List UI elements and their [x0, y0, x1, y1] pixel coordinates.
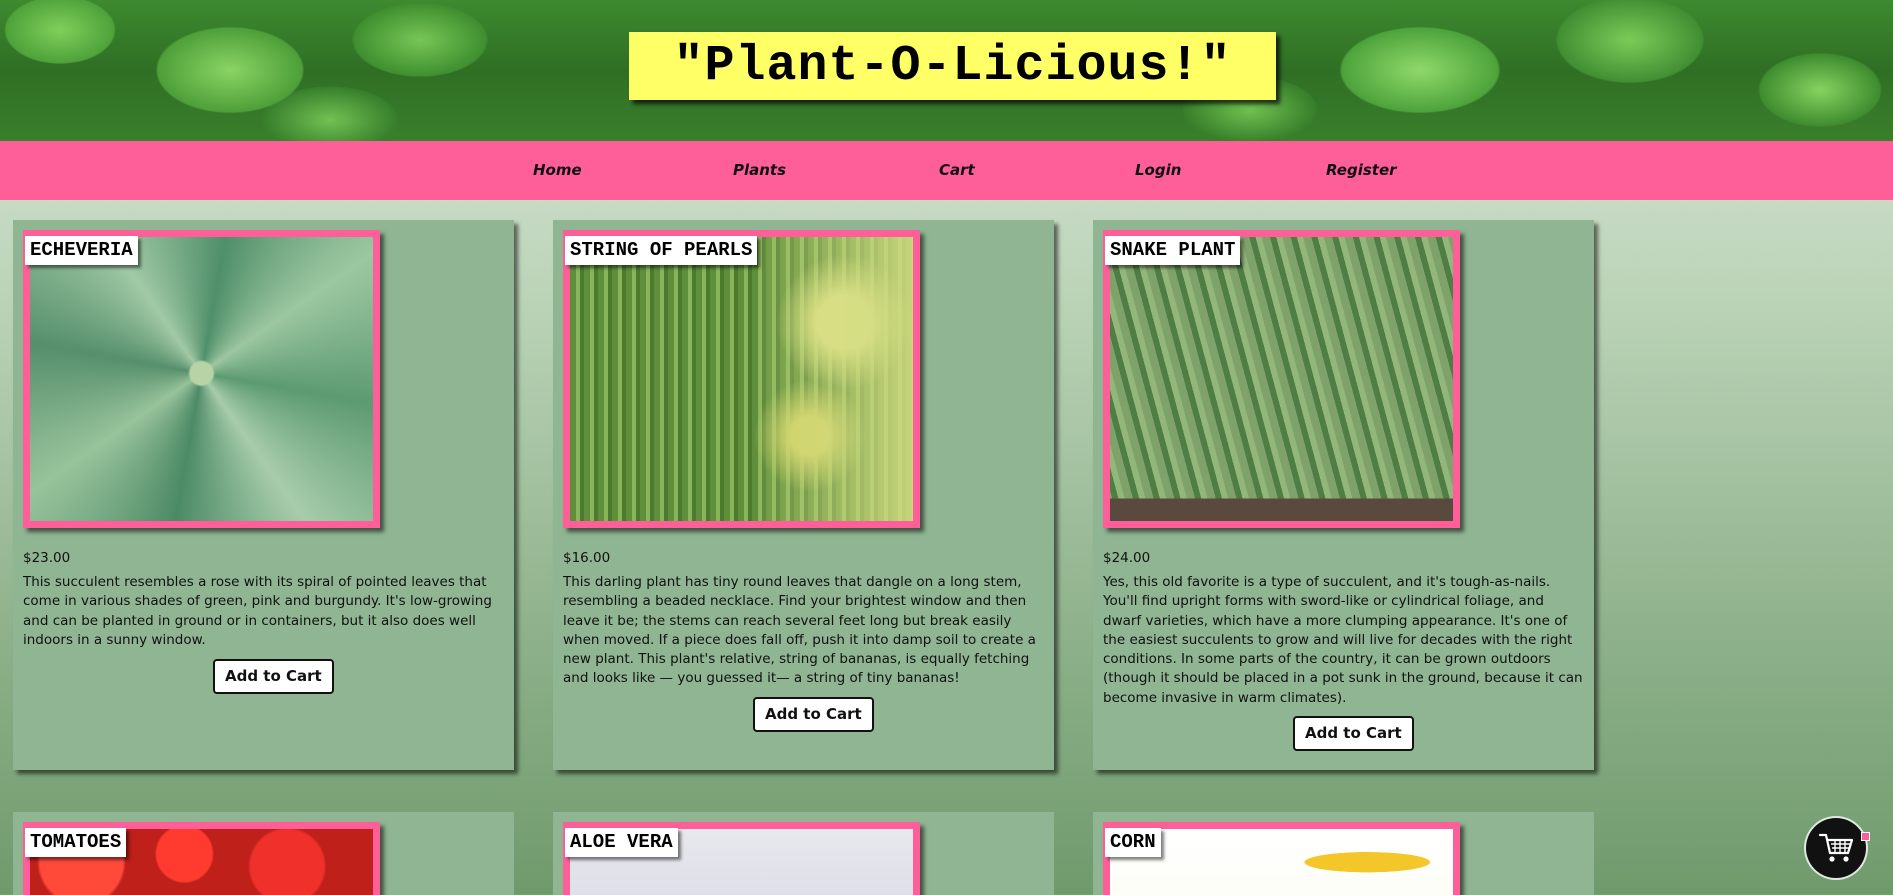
nav-login[interactable]: Login: [1135, 141, 1181, 200]
main-nav: Home Plants Cart Login Register: [0, 141, 1893, 200]
product-card-aloe-vera: ALOE VERA: [553, 812, 1054, 895]
product-price: $24.00: [1103, 550, 1151, 566]
product-image: [563, 230, 920, 528]
product-card-snake-plant: SNAKE PLANT $24.00 Yes, this old favorit…: [1093, 220, 1594, 770]
product-image: [1103, 230, 1460, 528]
add-to-cart-button[interactable]: Add to Cart: [213, 659, 334, 694]
add-to-cart-button[interactable]: Add to Cart: [753, 697, 874, 732]
product-card-echeveria: ECHEVERIA $23.00 This succulent resemble…: [13, 220, 514, 770]
product-name: ALOE VERA: [565, 828, 678, 857]
product-card-corn: CORN: [1093, 812, 1594, 895]
product-name: CORN: [1105, 828, 1161, 857]
echeveria-photo: [30, 237, 373, 521]
product-name: ECHEVERIA: [25, 236, 138, 265]
snake-plant-photo: [1110, 237, 1453, 521]
product-description: This darling plant has tiny round leaves…: [563, 574, 1036, 687]
product-name: STRING OF PEARLS: [565, 236, 758, 265]
product-card-string-of-pearls: STRING OF PEARLS $16.00 This darling pla…: [553, 220, 1054, 770]
site-title-box: "Plant-O-Licious!": [629, 32, 1276, 100]
product-description: Yes, this old favorite is a type of succ…: [1103, 574, 1583, 706]
product-description: This succulent resembles a rose with its…: [23, 574, 492, 648]
product-image: [23, 230, 380, 528]
product-name: TOMATOES: [25, 828, 127, 857]
nav-home[interactable]: Home: [533, 141, 582, 200]
add-to-cart-button[interactable]: Add to Cart: [1293, 716, 1414, 751]
product-card-tomatoes: TOMATOES: [13, 812, 514, 895]
floating-cart-button[interactable]: [1806, 818, 1870, 878]
product-price: $16.00: [563, 550, 611, 566]
string-of-pearls-photo: [570, 237, 913, 521]
site-title: "Plant-O-Licious!": [673, 37, 1232, 95]
cart-badge: [1861, 832, 1870, 841]
nav-register[interactable]: Register: [1326, 141, 1397, 200]
product-price: $23.00: [23, 550, 71, 566]
product-name: SNAKE PLANT: [1105, 236, 1241, 265]
nav-cart[interactable]: Cart: [939, 141, 975, 200]
shopping-cart-icon: [1818, 833, 1854, 862]
nav-plants[interactable]: Plants: [733, 141, 786, 200]
header-banner: "Plant-O-Licious!": [0, 0, 1893, 141]
corn-photo: [1110, 829, 1453, 895]
